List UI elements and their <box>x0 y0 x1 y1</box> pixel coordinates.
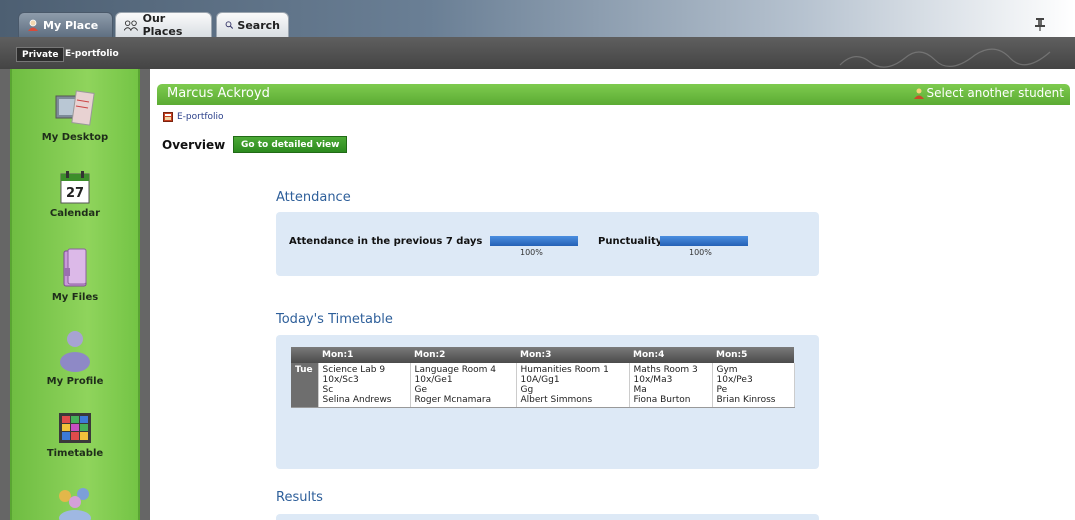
timetable-panel: Mon:1 Mon:2 Mon:3 Mon:4 Mon:5 Tue Scienc… <box>276 335 819 469</box>
attendance-previous-label: Attendance in the previous 7 days <box>289 236 483 247</box>
detailed-view-button[interactable]: Go to detailed view <box>233 136 348 153</box>
overview-label: Overview <box>162 138 226 152</box>
attendance-progress-bar <box>490 236 578 246</box>
decorative-squiggle <box>839 48 1051 68</box>
search-icon <box>225 21 234 29</box>
tab-our-places[interactable]: Our Places <box>115 12 212 38</box>
people-icon <box>59 488 91 520</box>
sidebar-item-people[interactable] <box>10 488 140 520</box>
timetable-cell[interactable]: Maths Room 3 10x/Ma3 Ma Fiona Burton <box>629 363 713 408</box>
subtab-private[interactable]: Private <box>16 47 65 62</box>
timetable-icon <box>59 413 91 443</box>
student-header-bar: Marcus Ackroyd Select another student <box>157 84 1070 105</box>
timetable-header-cell: Mon:4 <box>629 347 712 363</box>
subtab-eportfolio[interactable]: E-portfolio <box>60 47 124 62</box>
group-icon <box>124 20 139 31</box>
timetable-header-cell: Mon:2 <box>410 347 516 363</box>
timetable-cell[interactable]: Humanities Room 1 10A/Gg1 Gg Albert Simmons <box>516 363 630 408</box>
timetable-table: Mon:1 Mon:2 Mon:3 Mon:4 Mon:5 Tue Scienc… <box>291 347 795 408</box>
files-icon <box>63 248 87 287</box>
pin-icon[interactable] <box>1035 17 1045 31</box>
table-row: Tue Science Lab 9 10x/Sc3 Sc Selina Andrews… <box>291 363 795 408</box>
timetable-cell[interactable]: Science Lab 9 10x/Sc3 Sc Selina Andrews <box>318 363 411 408</box>
tab-my-place[interactable]: My Place <box>18 12 113 37</box>
profile-icon <box>60 331 90 372</box>
select-student-label: Select another student <box>926 86 1064 100</box>
timetable-day: Tue <box>291 363 319 408</box>
breadcrumb[interactable]: E-portfolio <box>163 112 224 122</box>
student-icon <box>913 88 924 99</box>
desktop-icon <box>55 90 95 126</box>
timetable-header-cell: Mon:3 <box>516 347 629 363</box>
timetable-cell[interactable]: Gym 10x/Pe3 Pe Brian Kinross <box>712 363 795 408</box>
punctuality-label: Punctuality <box>598 236 663 247</box>
sidebar-item-my-profile[interactable]: My Profile <box>10 330 140 387</box>
punctuality-progress-bar <box>660 236 748 246</box>
timetable-cell[interactable]: Language Room 4 10x/Ge1 Ge Roger Mcnamara <box>410 363 517 408</box>
top-tab-bar: My Place Our Places Search <box>0 0 1075 38</box>
timetable-header-row: Mon:1 Mon:2 Mon:3 Mon:4 Mon:5 <box>291 347 794 363</box>
user-icon <box>28 19 38 31</box>
timetable-title: Today's Timetable <box>276 312 393 327</box>
breadcrumb-label: E-portfolio <box>177 112 224 122</box>
punctuality-value: 100% <box>689 248 712 257</box>
results-title: Results <box>276 490 323 505</box>
sidebar-item-timetable[interactable]: Timetable <box>10 412 140 459</box>
eportfolio-icon <box>163 112 173 122</box>
student-name: Marcus Ackroyd <box>167 86 270 101</box>
select-student-link[interactable]: Select another student <box>913 86 1064 100</box>
attendance-value: 100% <box>520 248 543 257</box>
sidebar-item-label: My Profile <box>46 376 104 387</box>
calendar-day: 27 <box>66 186 84 201</box>
tab-search-label: Search <box>237 18 280 32</box>
sidebar-item-label: Timetable <box>46 448 104 459</box>
sidebar-item-my-desktop[interactable]: My Desktop <box>10 90 140 143</box>
attendance-panel: Attendance in the previous 7 days 100% P… <box>276 212 819 276</box>
sidebar-item-my-files[interactable]: My Files <box>10 248 140 303</box>
sidebar-item-label: My Desktop <box>41 132 109 143</box>
tab-my-place-label: My Place <box>43 18 99 32</box>
results-panel <box>276 514 819 520</box>
timetable-header-cell: Mon:1 <box>318 347 410 363</box>
tab-our-places-label: Our Places <box>142 12 183 38</box>
tab-search[interactable]: Search <box>216 12 289 37</box>
sidebar-item-label: My Files <box>51 292 99 303</box>
timetable-header-cell: Mon:5 <box>712 347 794 363</box>
calendar-icon: 27 <box>60 171 90 204</box>
timetable-header-cell <box>291 347 318 363</box>
sidebar-item-calendar[interactable]: 27 Calendar <box>10 170 140 219</box>
attendance-title: Attendance <box>276 190 351 205</box>
sidebar-item-label: Calendar <box>49 208 101 219</box>
